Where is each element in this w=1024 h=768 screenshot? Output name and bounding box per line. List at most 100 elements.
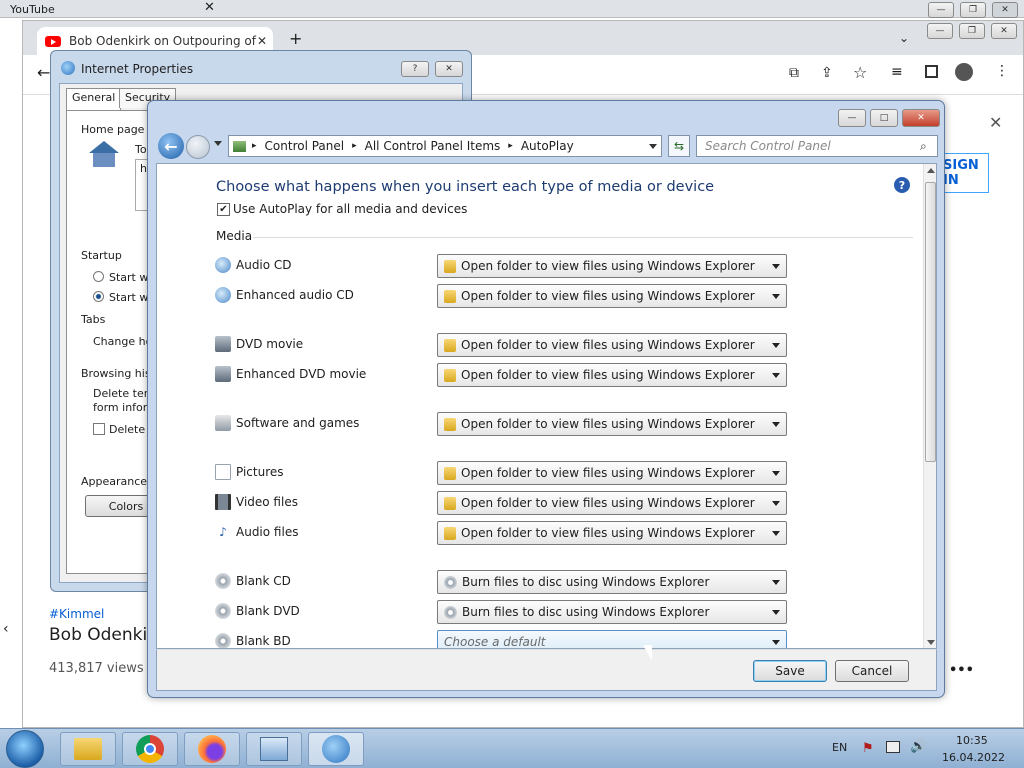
dropdown-arrow-icon <box>772 501 780 506</box>
close-icon[interactable]: ✕ <box>992 2 1018 18</box>
help-icon[interactable]: ? <box>894 177 910 193</box>
minimize-icon[interactable]: — <box>838 109 866 127</box>
back-arrow-icon[interactable]: ← <box>37 63 50 82</box>
close-icon[interactable]: ✕ <box>991 23 1017 39</box>
more-actions-icon[interactable]: ••• <box>949 663 974 678</box>
vertical-scrollbar[interactable] <box>923 164 936 648</box>
breadcrumb-separator-icon[interactable]: ▸ <box>508 141 513 151</box>
address-bar[interactable]: ▸ Control Panel ▸ All Control Panel Item… <box>228 135 662 157</box>
chevron-down-icon[interactable]: ⌄ <box>899 31 909 45</box>
minimize-icon[interactable]: — <box>928 2 954 18</box>
clock-date[interactable]: 16.04.2022 <box>942 751 1005 764</box>
selected-option: Burn files to disc using Windows Explore… <box>462 605 710 619</box>
dropdown-arrow-icon <box>772 531 780 536</box>
home-icon <box>89 141 119 167</box>
video-hashtag[interactable]: #Kimmel <box>49 607 104 621</box>
autoplay-action-select[interactable]: Open folder to view files using Windows … <box>437 284 787 308</box>
autoplay-action-select[interactable]: Burn files to disc using Windows Explore… <box>437 570 787 594</box>
taskbar-internet-properties[interactable] <box>308 732 364 766</box>
start-home-radio[interactable] <box>93 271 104 282</box>
dialog-footer: Save Cancel <box>156 649 937 691</box>
folder-icon <box>444 289 456 303</box>
side-panel-icon[interactable] <box>925 65 938 78</box>
media-label: Blank CD <box>236 574 291 588</box>
refresh-icon[interactable]: ⇆ <box>668 135 690 157</box>
scrollbar-thumb[interactable] <box>925 182 936 462</box>
close-icon[interactable]: ✕ <box>435 61 463 77</box>
maximize-icon[interactable]: □ <box>870 109 898 127</box>
media-row-pictures: Pictures Open folder to view files using… <box>215 461 787 485</box>
network-icon[interactable] <box>886 741 900 753</box>
help-icon[interactable]: ? <box>401 61 429 77</box>
close-icon[interactable]: ✕ <box>902 109 940 127</box>
action-center-flag-icon[interactable]: ⚑ <box>862 741 874 756</box>
autoplay-action-select[interactable]: Open folder to view files using Windows … <box>437 521 787 545</box>
taskbar-explorer[interactable] <box>60 732 116 766</box>
autoplay-action-select[interactable]: Open folder to view files using Windows … <box>437 254 787 278</box>
selected-option: Open folder to view files using Windows … <box>461 417 755 431</box>
delete-on-exit-checkbox[interactable] <box>93 423 105 435</box>
tab-general[interactable]: General <box>66 88 122 110</box>
breadcrumb-separator-icon[interactable]: ▸ <box>352 141 357 151</box>
language-indicator[interactable]: EN <box>832 741 847 754</box>
recent-pages-dropdown-icon[interactable] <box>214 141 222 146</box>
close-icon[interactable]: ✕ <box>204 0 215 15</box>
audio-files-icon: ♪ <box>215 524 231 540</box>
start-tabs-radio[interactable] <box>93 291 104 302</box>
close-banner-icon[interactable]: ✕ <box>989 113 1002 132</box>
address-dropdown-icon[interactable] <box>649 144 657 149</box>
reading-list-icon[interactable]: ≡ <box>891 64 903 80</box>
new-tab-icon[interactable]: + <box>289 29 302 48</box>
chrome-tab-title: Bob Odenkirk on Outpouring of <box>69 34 256 48</box>
taskbar-control-panel[interactable] <box>246 732 302 766</box>
chrome-menu-icon[interactable]: ⋮ <box>995 63 1009 79</box>
forward-button-icon[interactable] <box>186 135 210 159</box>
startup-label: Startup <box>81 249 122 262</box>
media-label: DVD movie <box>236 337 304 351</box>
volume-icon[interactable]: 🔊 <box>910 739 926 754</box>
taskbar-firefox[interactable] <box>184 732 240 766</box>
autoplay-action-select[interactable]: Open folder to view files using Windows … <box>437 412 787 436</box>
breadcrumb-autoplay[interactable]: AutoPlay <box>521 139 574 153</box>
selected-option: Open folder to view files using Windows … <box>461 496 755 510</box>
back-button-icon[interactable]: ← <box>158 133 184 159</box>
internet-globe-icon <box>61 61 75 75</box>
autoplay-action-select[interactable]: Open folder to view files using Windows … <box>437 363 787 387</box>
taskbar-chrome[interactable] <box>122 732 178 766</box>
start-button-icon[interactable] <box>6 730 44 768</box>
breadcrumb-all-items[interactable]: All Control Panel Items <box>365 139 501 153</box>
share-icon[interactable]: ⇪ <box>821 65 833 81</box>
pictures-icon <box>215 464 231 480</box>
bookmark-star-icon[interactable]: ☆ <box>853 63 867 82</box>
breadcrumb-control-panel[interactable]: Control Panel <box>265 139 345 153</box>
restore-icon[interactable]: ❐ <box>960 2 986 18</box>
use-autoplay-checkbox[interactable]: ✔ <box>217 203 230 216</box>
breadcrumb-separator-icon[interactable]: ▸ <box>252 141 257 151</box>
sign-in-button[interactable]: SIGN IN <box>943 153 989 193</box>
selected-option: Open folder to view files using Windows … <box>461 289 755 303</box>
media-label: Video files <box>236 495 298 509</box>
enhanced-audio-cd-icon <box>215 287 231 303</box>
cancel-button[interactable]: Cancel <box>835 660 909 682</box>
dropdown-arrow-icon <box>772 640 780 645</box>
scroll-up-icon[interactable] <box>927 168 935 173</box>
autoplay-action-select[interactable]: Open folder to view files using Windows … <box>437 461 787 485</box>
media-section-label: Media <box>216 229 253 243</box>
scroll-left-icon[interactable]: ‹ <box>3 621 9 637</box>
search-input[interactable]: Search Control Panel <box>696 135 938 157</box>
profile-avatar-icon[interactable] <box>955 63 973 81</box>
autoplay-action-select[interactable]: Open folder to view files using Windows … <box>437 491 787 515</box>
autoplay-action-select[interactable]: Open folder to view files using Windows … <box>437 333 787 357</box>
restore-icon[interactable]: ❐ <box>959 23 985 39</box>
scroll-down-icon[interactable] <box>927 640 935 645</box>
minimize-icon[interactable]: — <box>927 23 953 39</box>
autoplay-action-select[interactable]: Choose a default <box>437 630 787 649</box>
open-in-app-icon[interactable]: ⧉ <box>789 65 799 81</box>
media-row-software-games: Software and games Open folder to view f… <box>215 412 787 436</box>
clock-time[interactable]: 10:35 <box>956 734 988 747</box>
close-tab-icon[interactable]: ✕ <box>257 34 267 48</box>
autoplay-action-select[interactable]: Burn files to disc using Windows Explore… <box>437 600 787 624</box>
selected-option: Choose a default <box>444 635 546 649</box>
save-button[interactable]: Save <box>753 660 827 682</box>
search-icon[interactable]: ⌕ <box>920 139 927 154</box>
